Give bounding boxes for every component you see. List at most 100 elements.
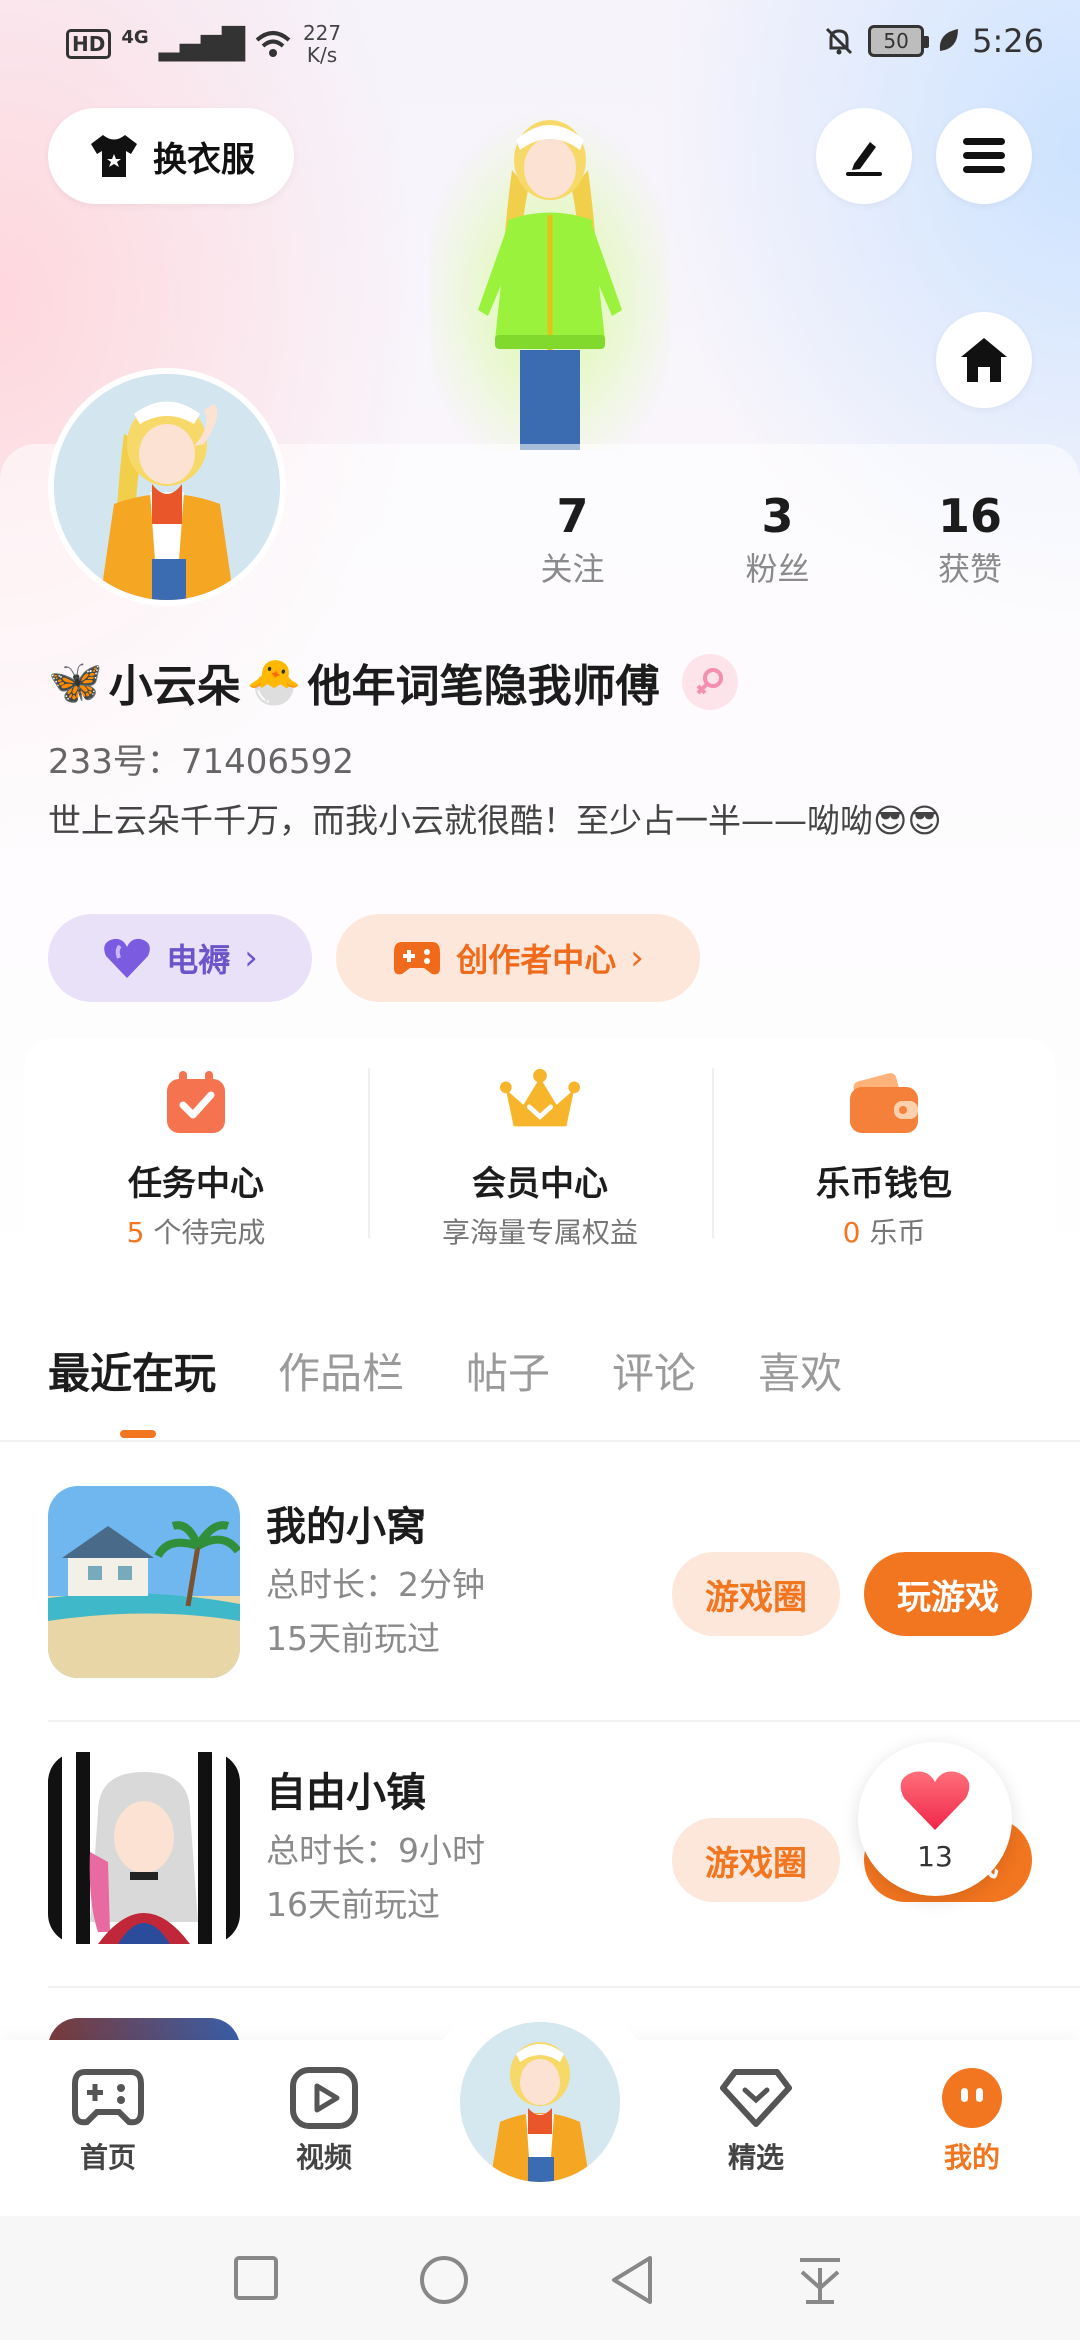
dianhu-label: 电褥 — [166, 941, 231, 979]
gamepad-icon — [72, 2069, 144, 2126]
task-center-sub: 5 个待完成 — [126, 1216, 266, 1249]
game-thumbnail[interactable] — [48, 1486, 240, 1678]
wifi-icon — [255, 31, 291, 57]
back-triangle-icon[interactable] — [608, 2254, 656, 2306]
home-room-button[interactable] — [936, 312, 1032, 408]
likes-label: 获赞 — [937, 550, 1002, 588]
floating-like-button[interactable]: 13 — [858, 1742, 1012, 1896]
avatar-image — [54, 374, 280, 600]
nav-featured-label: 精选 — [727, 2141, 784, 2174]
game-circle-button[interactable]: 游戏圈 — [672, 1552, 840, 1636]
nav-mine-label: 我的 — [943, 2141, 1000, 2174]
recents-square-icon[interactable] — [232, 2254, 280, 2302]
username-part1: 小云朵 — [108, 661, 241, 712]
hd-indicator: HD — [66, 29, 112, 59]
stat-likes[interactable]: 16 获赞 — [880, 486, 1060, 592]
nav-avatar-image — [460, 2022, 620, 2182]
chevron-right-icon: › — [630, 938, 644, 978]
heart-icon — [104, 938, 150, 978]
play-game-button[interactable]: 玩游戏 — [864, 1552, 1032, 1636]
like-count: 13 — [917, 1840, 953, 1873]
home-circle-icon[interactable] — [418, 2254, 470, 2306]
battery-icon: 50 — [868, 25, 930, 57]
game-duration: 总时长：2分钟 — [266, 1565, 485, 1604]
butterfly-emoji: 🦋 — [48, 657, 103, 708]
tshirt-icon — [91, 135, 137, 177]
task-center-title: 任务中心 — [128, 1164, 264, 1204]
following-label: 关注 — [540, 550, 605, 588]
wallet-icon — [844, 1062, 924, 1142]
nav-avatar[interactable] — [456, 2018, 624, 2186]
member-center[interactable]: 会员中心 享海量专属权益 — [368, 1038, 712, 1270]
nav-video-label: 视频 — [295, 2141, 352, 2174]
menu-icon — [963, 138, 1005, 173]
game-last-played: 15天前玩过 — [266, 1619, 440, 1658]
game-title: 自由小镇 — [266, 1770, 426, 1816]
tab-indicator — [120, 1430, 156, 1438]
signal-icon: ▂▄▆█ — [158, 26, 245, 62]
creator-center-button[interactable]: 创作者中心 › — [336, 914, 700, 1002]
avatar-3d-character[interactable] — [430, 110, 670, 450]
likes-count: 16 — [937, 489, 1002, 543]
notification-pull-icon[interactable] — [796, 2254, 844, 2306]
creator-center-label: 创作者中心 — [456, 941, 617, 979]
leaf-icon — [939, 29, 959, 51]
gamepad-icon — [394, 942, 441, 975]
edit-icon — [846, 142, 882, 176]
stat-following[interactable]: 7 关注 — [470, 486, 675, 592]
video-play-icon — [290, 2067, 358, 2129]
task-center[interactable]: 任务中心 5 个待完成 — [24, 1038, 368, 1270]
tab-comments[interactable]: 评论 — [612, 1344, 696, 1404]
house-icon — [961, 338, 1007, 382]
coin-wallet-sub: 0 乐币 — [842, 1216, 926, 1249]
profile-stats: 7 关注 3 粉丝 16 获赞 — [470, 486, 1060, 592]
divider — [48, 1986, 1080, 1988]
game-circle-button[interactable]: 游戏圈 — [672, 1818, 840, 1902]
network-type: 4G — [121, 26, 149, 48]
user-bio: 世上云朵千千万，而我小云就很酷！至少占一半——呦呦😎😎 — [48, 801, 942, 840]
female-gender-icon — [681, 654, 738, 710]
nav-video[interactable]: 视频 — [254, 2066, 394, 2176]
chevron-right-icon: › — [244, 938, 258, 978]
stat-fans[interactable]: 3 粉丝 — [675, 486, 880, 592]
nav-home[interactable]: 首页 — [38, 2066, 178, 2176]
menu-button[interactable] — [936, 108, 1032, 204]
following-count: 7 — [556, 489, 589, 543]
featured-diamond-icon — [720, 2069, 792, 2127]
game-thumbnail[interactable] — [48, 1752, 240, 1944]
tab-works[interactable]: 作品栏 — [278, 1344, 404, 1404]
avatar[interactable] — [48, 368, 286, 606]
fans-count: 3 — [761, 489, 794, 543]
system-navigation-bar — [0, 2216, 1080, 2340]
user-id: 233号：71406592 — [48, 742, 354, 782]
profile-tabs: 最近在玩 作品栏 帖子 评论 喜欢 — [48, 1344, 842, 1404]
change-outfit-label: 换衣服 — [153, 139, 255, 180]
username-part2: 他年词笔隐我师傅 — [307, 661, 660, 712]
clock: 5:26 — [972, 22, 1044, 60]
fans-label: 粉丝 — [745, 550, 810, 588]
game-title: 我的小窝 — [266, 1504, 426, 1550]
coin-wallet[interactable]: 乐币钱包 0 乐币 — [712, 1038, 1056, 1270]
edit-profile-button[interactable] — [816, 108, 912, 204]
chick-emoji: 🐣 — [246, 657, 302, 708]
status-bar: HD 4G ▂▄▆█ 227 K/s 50 5:26 — [0, 0, 1080, 92]
crown-icon — [500, 1062, 580, 1142]
network-speed: 227 K/s — [302, 21, 342, 67]
divider — [0, 1440, 1080, 1442]
member-center-title: 会员中心 — [472, 1164, 608, 1204]
tab-likes[interactable]: 喜欢 — [758, 1344, 842, 1404]
username: 🦋 小云朵 🐣 他年词笔隐我师傅 — [48, 650, 738, 714]
dianhu-button[interactable]: 电褥 › — [48, 914, 312, 1002]
nav-home-label: 首页 — [79, 2141, 136, 2174]
nav-featured[interactable]: 精选 — [686, 2066, 826, 2176]
coin-wallet-title: 乐币钱包 — [816, 1164, 952, 1204]
tab-recent-played[interactable]: 最近在玩 — [48, 1344, 216, 1404]
calendar-check-icon — [156, 1062, 236, 1142]
change-outfit-button[interactable]: 换衣服 — [48, 108, 294, 204]
services-card: 任务中心 5 个待完成 会员中心 享海量专属权益 乐币钱包 0 乐币 — [24, 1038, 1056, 1270]
nav-mine[interactable]: 我的 — [902, 2066, 1042, 2176]
heart-icon — [900, 1771, 970, 1830]
game-duration: 总时长：9小时 — [266, 1831, 485, 1870]
list-item[interactable]: 我的小窝 总时长：2分钟 15天前玩过 游戏圈 玩游戏 — [0, 1456, 1080, 1722]
tab-posts[interactable]: 帖子 — [466, 1344, 550, 1404]
